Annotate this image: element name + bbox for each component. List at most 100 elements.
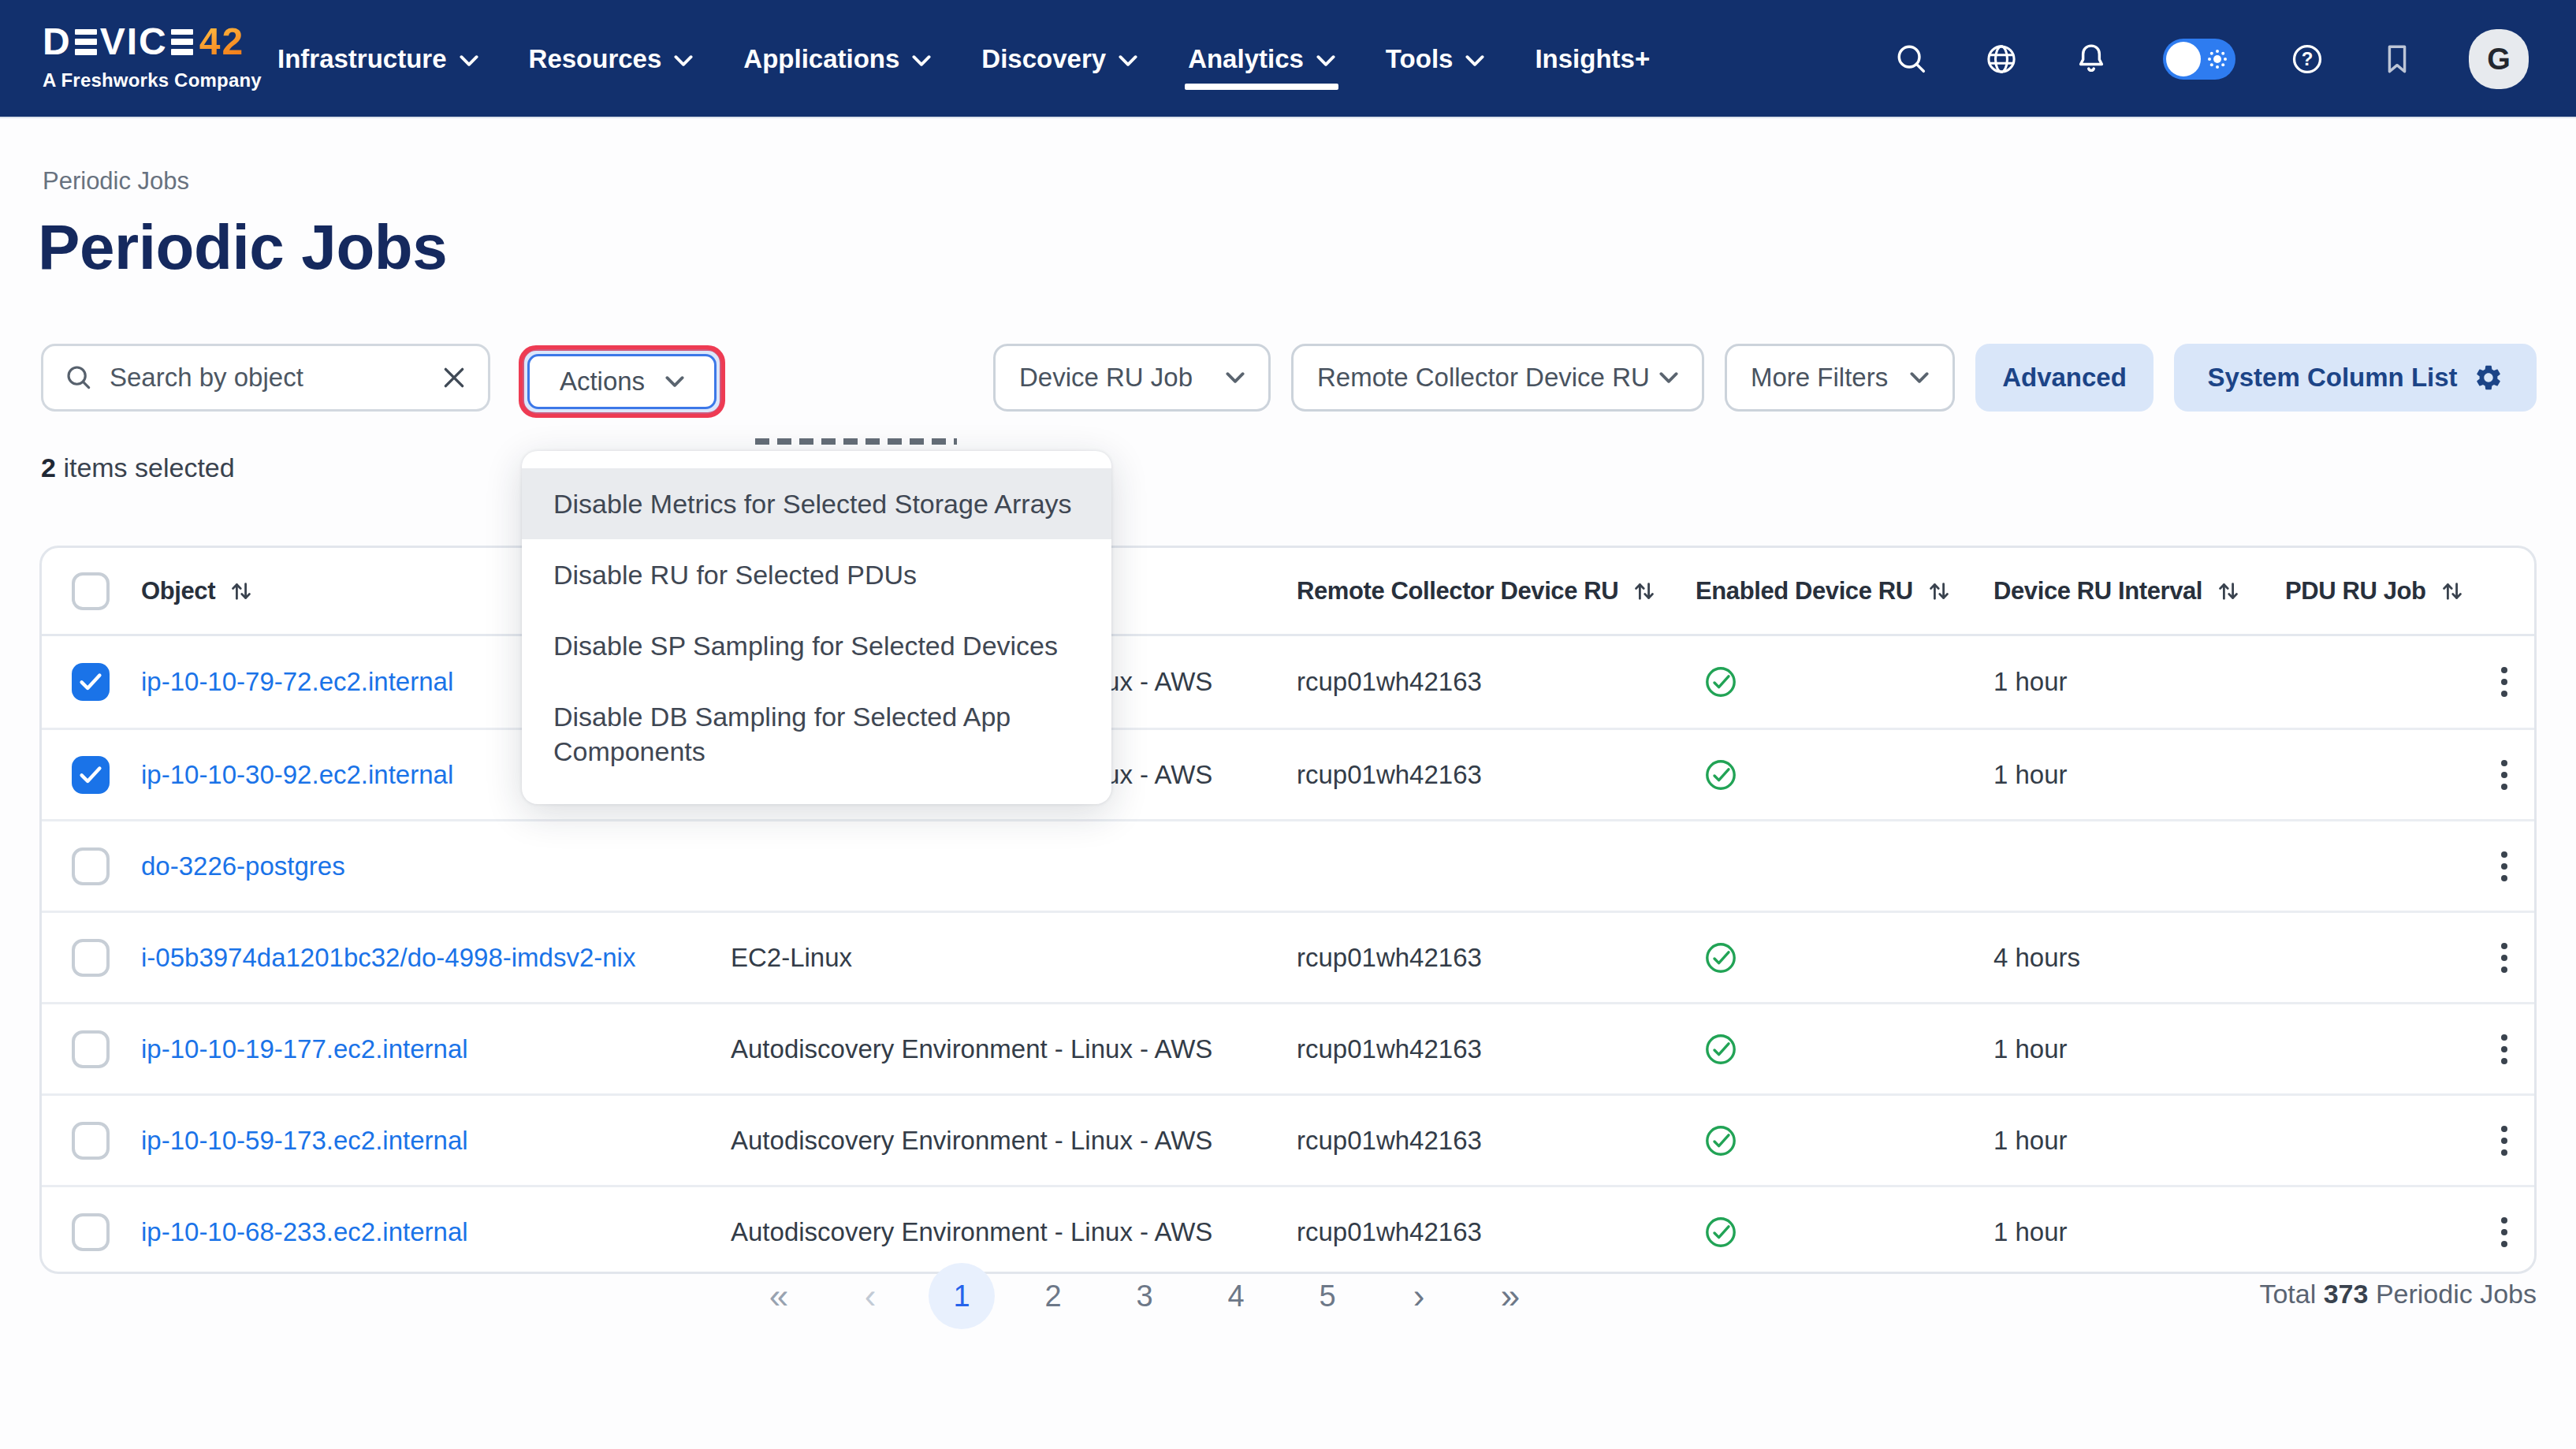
nav-menu: Infrastructure Resources Applications Disco… [277, 0, 1650, 118]
avatar[interactable]: G [2469, 29, 2529, 89]
enabled-device-ru-cell [1703, 1123, 1738, 1158]
row-checkbox[interactable] [72, 847, 110, 885]
clear-search-icon[interactable] [441, 364, 467, 391]
column-header-pdu-ru-job[interactable]: PDU RU Job [2285, 577, 2464, 605]
row-checkbox[interactable] [72, 1213, 110, 1251]
enabled-check-icon [1703, 1123, 1738, 1158]
chevron-down-icon [912, 54, 931, 67]
system-column-list-button[interactable]: System Column List [2174, 344, 2537, 412]
actions-menu-item[interactable]: Disable Metrics for Selected Storage Arr… [522, 468, 1111, 539]
logo-e-glyph [171, 29, 193, 55]
filter-device-ru-job[interactable]: Device RU Job [993, 344, 1271, 412]
sort-icon [1927, 580, 1951, 602]
nav-item-insights-[interactable]: Insights+ [1535, 0, 1650, 118]
search-input[interactable]: Search by object [41, 344, 490, 412]
column-header-device-ru-interval[interactable]: Device RU Interval [1993, 577, 2240, 605]
logo-e-glyph [75, 29, 97, 55]
row-menu-kebab-icon[interactable] [2501, 846, 2507, 887]
page-prev[interactable]: ‹ [825, 1261, 916, 1331]
nav-item-applications[interactable]: Applications [743, 0, 931, 118]
advanced-button[interactable]: Advanced [1975, 344, 2153, 412]
select-all-checkbox[interactable] [72, 572, 110, 610]
row-menu-kebab-icon[interactable] [2501, 1212, 2507, 1253]
total-count: Total 373 Periodic Jobs [2259, 1279, 2537, 1309]
nav-item-label: Resources [529, 44, 662, 74]
filter-more-filters[interactable]: More Filters [1725, 344, 1955, 412]
actions-menu-item[interactable]: Disable SP Sampling for Selected Devices [522, 610, 1111, 681]
table-row: do-3226-postgres [42, 819, 2534, 911]
help-icon[interactable]: ? [2289, 41, 2325, 77]
enabled-device-ru-cell [1703, 758, 1738, 792]
page-5[interactable]: 5 [1282, 1261, 1373, 1331]
remote-collector-cell: rcup01wh42163 [1297, 1126, 1482, 1156]
page-first[interactable]: « [733, 1261, 825, 1331]
sort-icon [1632, 580, 1656, 602]
actions-menu: Disable Metrics for Selected Storage Arr… [522, 451, 1111, 804]
theme-toggle[interactable] [2163, 39, 2235, 80]
actions-button[interactable]: Actions [527, 354, 717, 409]
row-menu-kebab-icon[interactable] [2501, 754, 2507, 795]
enabled-check-icon [1703, 1215, 1738, 1250]
row-checkbox[interactable] [72, 939, 110, 977]
nav-item-label: Discovery [981, 44, 1106, 74]
bookmark-icon[interactable] [2379, 41, 2415, 77]
row-checkbox[interactable] [72, 1030, 110, 1068]
nav-item-label: Applications [743, 44, 899, 74]
row-menu-kebab-icon[interactable] [2501, 937, 2507, 978]
sort-icon [2440, 580, 2464, 602]
enabled-check-icon [1703, 1032, 1738, 1067]
object-link[interactable]: ip-10-10-59-173.ec2.internal [141, 1126, 468, 1156]
page-4[interactable]: 4 [1190, 1261, 1282, 1331]
row-checkbox[interactable] [72, 756, 110, 794]
row-menu-kebab-icon[interactable] [2501, 1029, 2507, 1070]
table-row: ip-10-10-59-173.ec2.internalAutodiscover… [42, 1093, 2534, 1185]
page-1[interactable]: 1 [916, 1261, 1007, 1331]
bell-icon[interactable] [2073, 41, 2109, 77]
object-link[interactable]: ip-10-10-30-92.ec2.internal [141, 760, 453, 790]
device42-logo[interactable]: DVIC42 A Freshworks Company [43, 20, 262, 91]
object-link[interactable]: ip-10-10-19-177.ec2.internal [141, 1034, 468, 1064]
device-ru-interval-cell: 1 hour [1993, 667, 2068, 697]
enabled-check-icon [1703, 758, 1738, 792]
column-header-remote-collector[interactable]: Remote Collector Device RU [1297, 577, 1656, 605]
page-3[interactable]: 3 [1099, 1261, 1190, 1331]
actions-menu-item[interactable]: Disable RU for Selected PDUs [522, 539, 1111, 610]
object-link[interactable]: ip-10-10-68-233.ec2.internal [141, 1217, 468, 1247]
remote-collector-cell: rcup01wh42163 [1297, 1217, 1482, 1247]
search-placeholder: Search by object [110, 363, 425, 393]
column-header-object[interactable]: Object [141, 577, 253, 605]
globe-icon[interactable] [1983, 41, 2019, 77]
page-last[interactable]: » [1465, 1261, 1556, 1331]
row-menu-kebab-icon[interactable] [2501, 661, 2507, 702]
gear-icon [2474, 363, 2503, 393]
object-link[interactable]: do-3226-postgres [141, 851, 345, 881]
enabled-device-ru-cell [1703, 941, 1738, 975]
nav-item-infrastructure[interactable]: Infrastructure [277, 0, 478, 118]
svg-text:?: ? [2302, 48, 2314, 69]
actions-menu-item[interactable]: Disable DB Sampling for Selected App Com… [522, 681, 1111, 787]
page-next[interactable]: › [1373, 1261, 1465, 1331]
enabled-device-ru-cell [1703, 1215, 1738, 1250]
row-menu-kebab-icon[interactable] [2501, 1120, 2507, 1161]
nav-item-resources[interactable]: Resources [529, 0, 694, 118]
sun-icon [2213, 55, 2221, 63]
chevron-down-icon [1119, 54, 1137, 67]
nav-item-tools[interactable]: Tools [1386, 0, 1485, 118]
page-title: Periodic Jobs [38, 211, 447, 284]
logo-wordmark: DVIC42 [43, 20, 262, 63]
search-icon[interactable] [1893, 41, 1930, 77]
page-2[interactable]: 2 [1007, 1261, 1099, 1331]
nav-item-label: Insights+ [1535, 44, 1650, 74]
filter-remote-collector-device-ru[interactable]: Remote Collector Device RU [1291, 344, 1704, 412]
object-link[interactable]: ip-10-10-79-72.ec2.internal [141, 667, 453, 697]
row-checkbox[interactable] [72, 663, 110, 701]
nav-item-analytics[interactable]: Analytics [1188, 0, 1335, 118]
enabled-device-ru-cell [1703, 1032, 1738, 1067]
column-header-enabled-device-ru[interactable]: Enabled Device RU [1696, 577, 1951, 605]
nav-item-discovery[interactable]: Discovery [981, 0, 1137, 118]
table-header: Object Remote Collector Device RU Enable… [42, 548, 2534, 636]
object-link[interactable]: i-05b3974da1201bc32/do-4998-imdsv2-nix [141, 943, 635, 973]
row-checkbox[interactable] [72, 1122, 110, 1160]
enabled-check-icon [1703, 941, 1738, 975]
chevron-down-icon [674, 54, 693, 67]
